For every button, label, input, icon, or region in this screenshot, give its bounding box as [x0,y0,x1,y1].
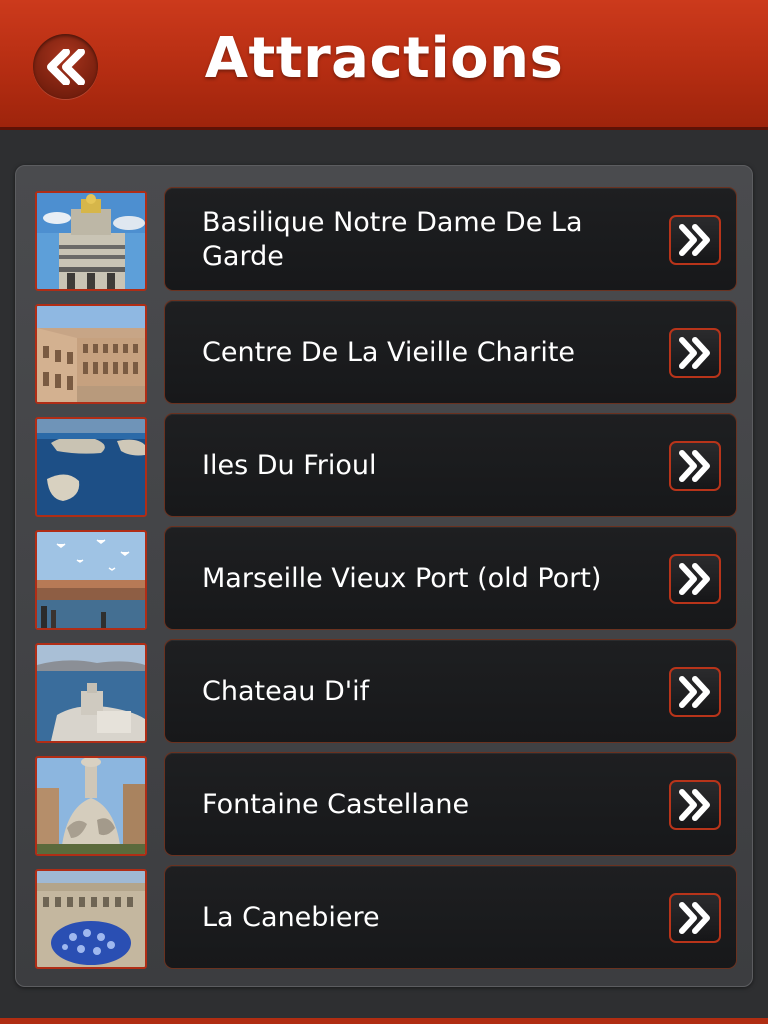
footer-bar [0,1018,768,1024]
app-header: Attractions [0,0,768,130]
list-item[interactable]: Iles Du Frioul [16,413,754,517]
fountain-photo [37,758,145,854]
double-chevron-right-icon [679,676,710,708]
attraction-thumbnail[interactable] [35,417,147,517]
attraction-label: Basilique Notre Dame De La Garde [202,207,583,272]
attraction-item[interactable]: Iles Du Frioul [164,413,737,517]
double-chevron-right-icon [679,902,710,934]
attraction-thumbnail[interactable] [35,643,147,743]
islands-photo [37,419,145,515]
list-item[interactable]: Centre De La Vieille Charite [16,300,754,404]
castle-photo [37,645,145,741]
open-detail-button[interactable] [669,215,721,265]
list-item[interactable]: Marseille Vieux Port (old Port) [16,526,754,630]
attraction-thumbnail[interactable] [35,191,147,291]
double-chevron-right-icon [679,224,710,256]
double-chevron-right-icon [679,450,710,482]
attraction-label: Iles Du Frioul [202,450,377,481]
open-detail-button[interactable] [669,780,721,830]
attraction-item[interactable]: Basilique Notre Dame De La Garde [164,187,737,291]
attraction-label: Chateau D'if [202,676,370,707]
attraction-item[interactable]: Fontaine Castellane [164,752,737,856]
attraction-thumbnail[interactable] [35,530,147,630]
double-chevron-right-icon [679,789,710,821]
open-detail-button[interactable] [669,328,721,378]
double-chevron-right-icon [679,337,710,369]
double-chevron-right-icon [679,563,710,595]
page-title: Attractions [204,26,564,91]
attraction-label: Marseille Vieux Port (old Port) [202,563,602,594]
attraction-thumbnail[interactable] [35,756,147,856]
list-item[interactable]: Basilique Notre Dame De La Garde [16,187,754,291]
attraction-item[interactable]: Marseille Vieux Port (old Port) [164,526,737,630]
harbor-photo [37,532,145,628]
basilica-photo [37,193,145,289]
street-photo [37,871,145,967]
attraction-thumbnail[interactable] [35,869,147,969]
attractions-list: Basilique Notre Dame De La Garde Centre … [15,165,753,987]
open-detail-button[interactable] [669,667,721,717]
list-item[interactable]: Chateau D'if [16,639,754,743]
courtyard-photo [37,306,145,402]
attraction-item[interactable]: La Canebiere [164,865,737,969]
open-detail-button[interactable] [669,441,721,491]
attraction-label: Fontaine Castellane [202,789,470,820]
list-item[interactable]: La Canebiere [16,865,754,969]
attraction-label: Centre De La Vieille Charite [202,337,576,368]
attraction-thumbnail[interactable] [35,304,147,404]
open-detail-button[interactable] [669,554,721,604]
attraction-label: La Canebiere [202,902,380,933]
open-detail-button[interactable] [669,893,721,943]
attraction-item[interactable]: Chateau D'if [164,639,737,743]
attraction-item[interactable]: Centre De La Vieille Charite [164,300,737,404]
list-item[interactable]: Fontaine Castellane [16,752,754,856]
